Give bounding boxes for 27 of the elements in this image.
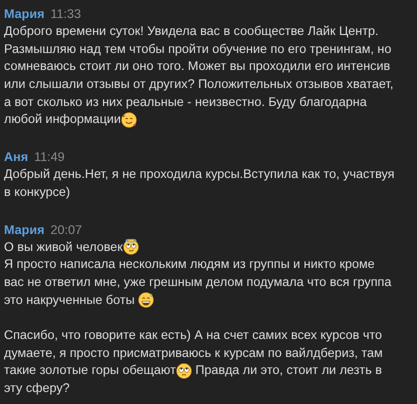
message-text: Добрый день.Нет, я не проходила курсы.Вступила как то, участвуя <box>4 166 394 184</box>
message-text: О вы живой человек <box>4 238 123 256</box>
rolling-eyes-icon <box>176 363 192 380</box>
message-text: Я просто написала нескольким людям из группы и никто кроме <box>4 256 375 274</box>
message-text: думаете, я просто присматриваюсь к курсам по вайлдбериз, там <box>4 344 383 362</box>
author-name[interactable]: Мария <box>4 220 44 238</box>
author-name[interactable]: Мария <box>4 5 44 23</box>
message-text: а вот сколько из них реальные - неизвестно. Буду благодарна <box>4 94 367 111</box>
message-text: сомневаюсь стоит ли оно того. Может вы проходили его интенсив <box>4 58 390 76</box>
message-text: Спасибо, что говорите как есть) А на счет самих всех курсов что <box>4 326 382 344</box>
smiling-face-with-hearts-icon <box>120 112 137 128</box>
message-text: или слышали отзывы от других? Положительных отзывов хватает, <box>4 76 394 94</box>
message-time: 20:07 <box>50 222 82 238</box>
author-name[interactable]: Аня <box>4 148 28 166</box>
message-text: в конкурсе) <box>4 184 70 201</box>
message-text: Правда ли это, стоит ли лезть в <box>194 362 382 380</box>
halo-face-icon <box>122 239 139 256</box>
message-text: такие золотые горы обещают <box>4 362 176 380</box>
message-text: любой информации <box>4 111 121 128</box>
message-text: вас не ответил мне, уже грешным делом подумала что вся группа <box>4 274 392 291</box>
message-time: 11:49 <box>34 149 65 166</box>
message-time: 11:33 <box>50 6 82 23</box>
message-text: Доброго времени суток! Увидела вас в сообществе Лайк Центр. <box>4 23 378 40</box>
message-text: Размышляю над тем чтобы пройти обучение по его тренингам, но <box>4 40 392 58</box>
message-text: это накрученные боты <box>4 292 136 309</box>
message-text: эту сферу? <box>4 380 70 397</box>
sweat-grin-icon <box>138 292 154 308</box>
